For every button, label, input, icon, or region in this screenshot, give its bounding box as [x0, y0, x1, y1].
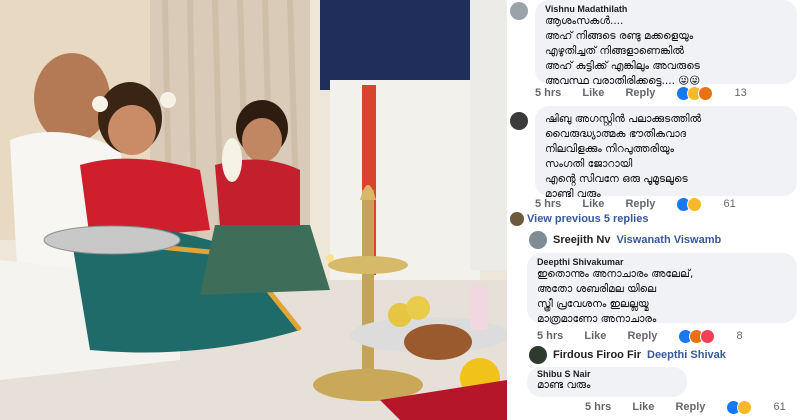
comment-author[interactable]: Deepthi Shivakumar [537, 257, 787, 267]
like-button[interactable]: Like [582, 87, 604, 99]
reply-button[interactable]: Reply [625, 87, 655, 99]
comment-time[interactable]: 5 hrs [535, 198, 561, 210]
comment-meta: 5 hrs Like Reply 61 [585, 400, 800, 415]
comment-author[interactable]: Vishnu Madathilath [545, 4, 787, 14]
haha-reaction-icon [737, 400, 753, 415]
avatar[interactable] [510, 2, 528, 20]
comment-time[interactable]: 5 hrs [585, 401, 611, 413]
reply-button[interactable]: Reply [675, 401, 705, 413]
reaction-summary[interactable] [726, 400, 753, 415]
view-previous-replies-link[interactable]: View previous 5 replies [527, 213, 648, 225]
comment-time[interactable]: 5 hrs [537, 330, 563, 342]
avatar [510, 212, 524, 226]
comment-time[interactable]: 5 hrs [535, 87, 561, 99]
comment-author[interactable]: Shibu S Nair [537, 369, 677, 379]
reaction-summary[interactable] [676, 197, 703, 212]
like-button[interactable]: Like [584, 330, 606, 342]
reaction-count: 61 [723, 198, 736, 211]
comment-meta: 5 hrs Like Reply 8 [537, 329, 761, 344]
reply-line: Firdous Firoo Fir Deepthi Shivak [553, 349, 726, 361]
comment-bubble: Shibu S Nair മാണ്ട വരും [527, 367, 687, 397]
comment-bubble: ഷിബു അഗസ്റ്റിൻ പലാക്കുടത്തിൽ വൈരുദ്ധ്യാത… [535, 106, 797, 200]
reply-author[interactable]: Sreejith Nv [553, 234, 610, 246]
comment-text: ഷിബു അഗസ്റ്റിൻ പലാക്കുടത്തിൽ വൈരുദ്ധ്യാത… [545, 113, 702, 200]
reaction-count: 13 [734, 87, 747, 100]
comment-text: മാണ്ട വരും [537, 379, 591, 391]
reaction-count: 61 [773, 401, 786, 414]
love-reaction-icon [700, 329, 716, 344]
haha-reaction-icon [687, 197, 703, 212]
comment-text: ഇതൊന്നും അനാചാരം അലേല്, അതോ ശബരിമല യിലെ … [537, 268, 694, 325]
avatar[interactable] [510, 112, 528, 130]
avatar[interactable] [529, 346, 547, 364]
angry-reaction-icon [698, 86, 714, 101]
reply-button[interactable]: Reply [625, 198, 655, 210]
comments-panel: Vishnu Madathilath ആശംസകൾ.... അഹ് നിങ്ങട… [507, 0, 800, 420]
photo-illustration [0, 0, 507, 420]
reaction-summary[interactable] [678, 329, 716, 344]
like-button[interactable]: Like [582, 198, 604, 210]
comment-bubble: Vishnu Madathilath ആശംസകൾ.... അഹ് നിങ്ങട… [535, 0, 797, 87]
reaction-count: 8 [736, 330, 743, 343]
comment-bubble: Deepthi Shivakumar ഇതൊന്നും അനാചാരം അലേല… [527, 253, 797, 325]
avatar[interactable] [529, 231, 547, 249]
like-button[interactable]: Like [632, 401, 654, 413]
mentioned-user[interactable]: Deepthi Shivak [647, 349, 726, 361]
reaction-summary[interactable] [676, 86, 714, 101]
comment-meta: 5 hrs Like Reply 61 [535, 197, 754, 212]
mentioned-user[interactable]: Viswanath Viswamb [616, 234, 721, 246]
comment-text: ആശംസകൾ.... അഹ് നിങ്ങടെ രണ്ടു മക്കളെയും എ… [545, 15, 701, 87]
comment-meta: 5 hrs Like Reply 13 [535, 86, 765, 101]
post-photo [0, 0, 507, 420]
reply-line: Sreejith Nv Viswanath Viswamb [553, 234, 721, 246]
reply-button[interactable]: Reply [627, 330, 657, 342]
reply-author[interactable]: Firdous Firoo Fir [553, 349, 641, 361]
